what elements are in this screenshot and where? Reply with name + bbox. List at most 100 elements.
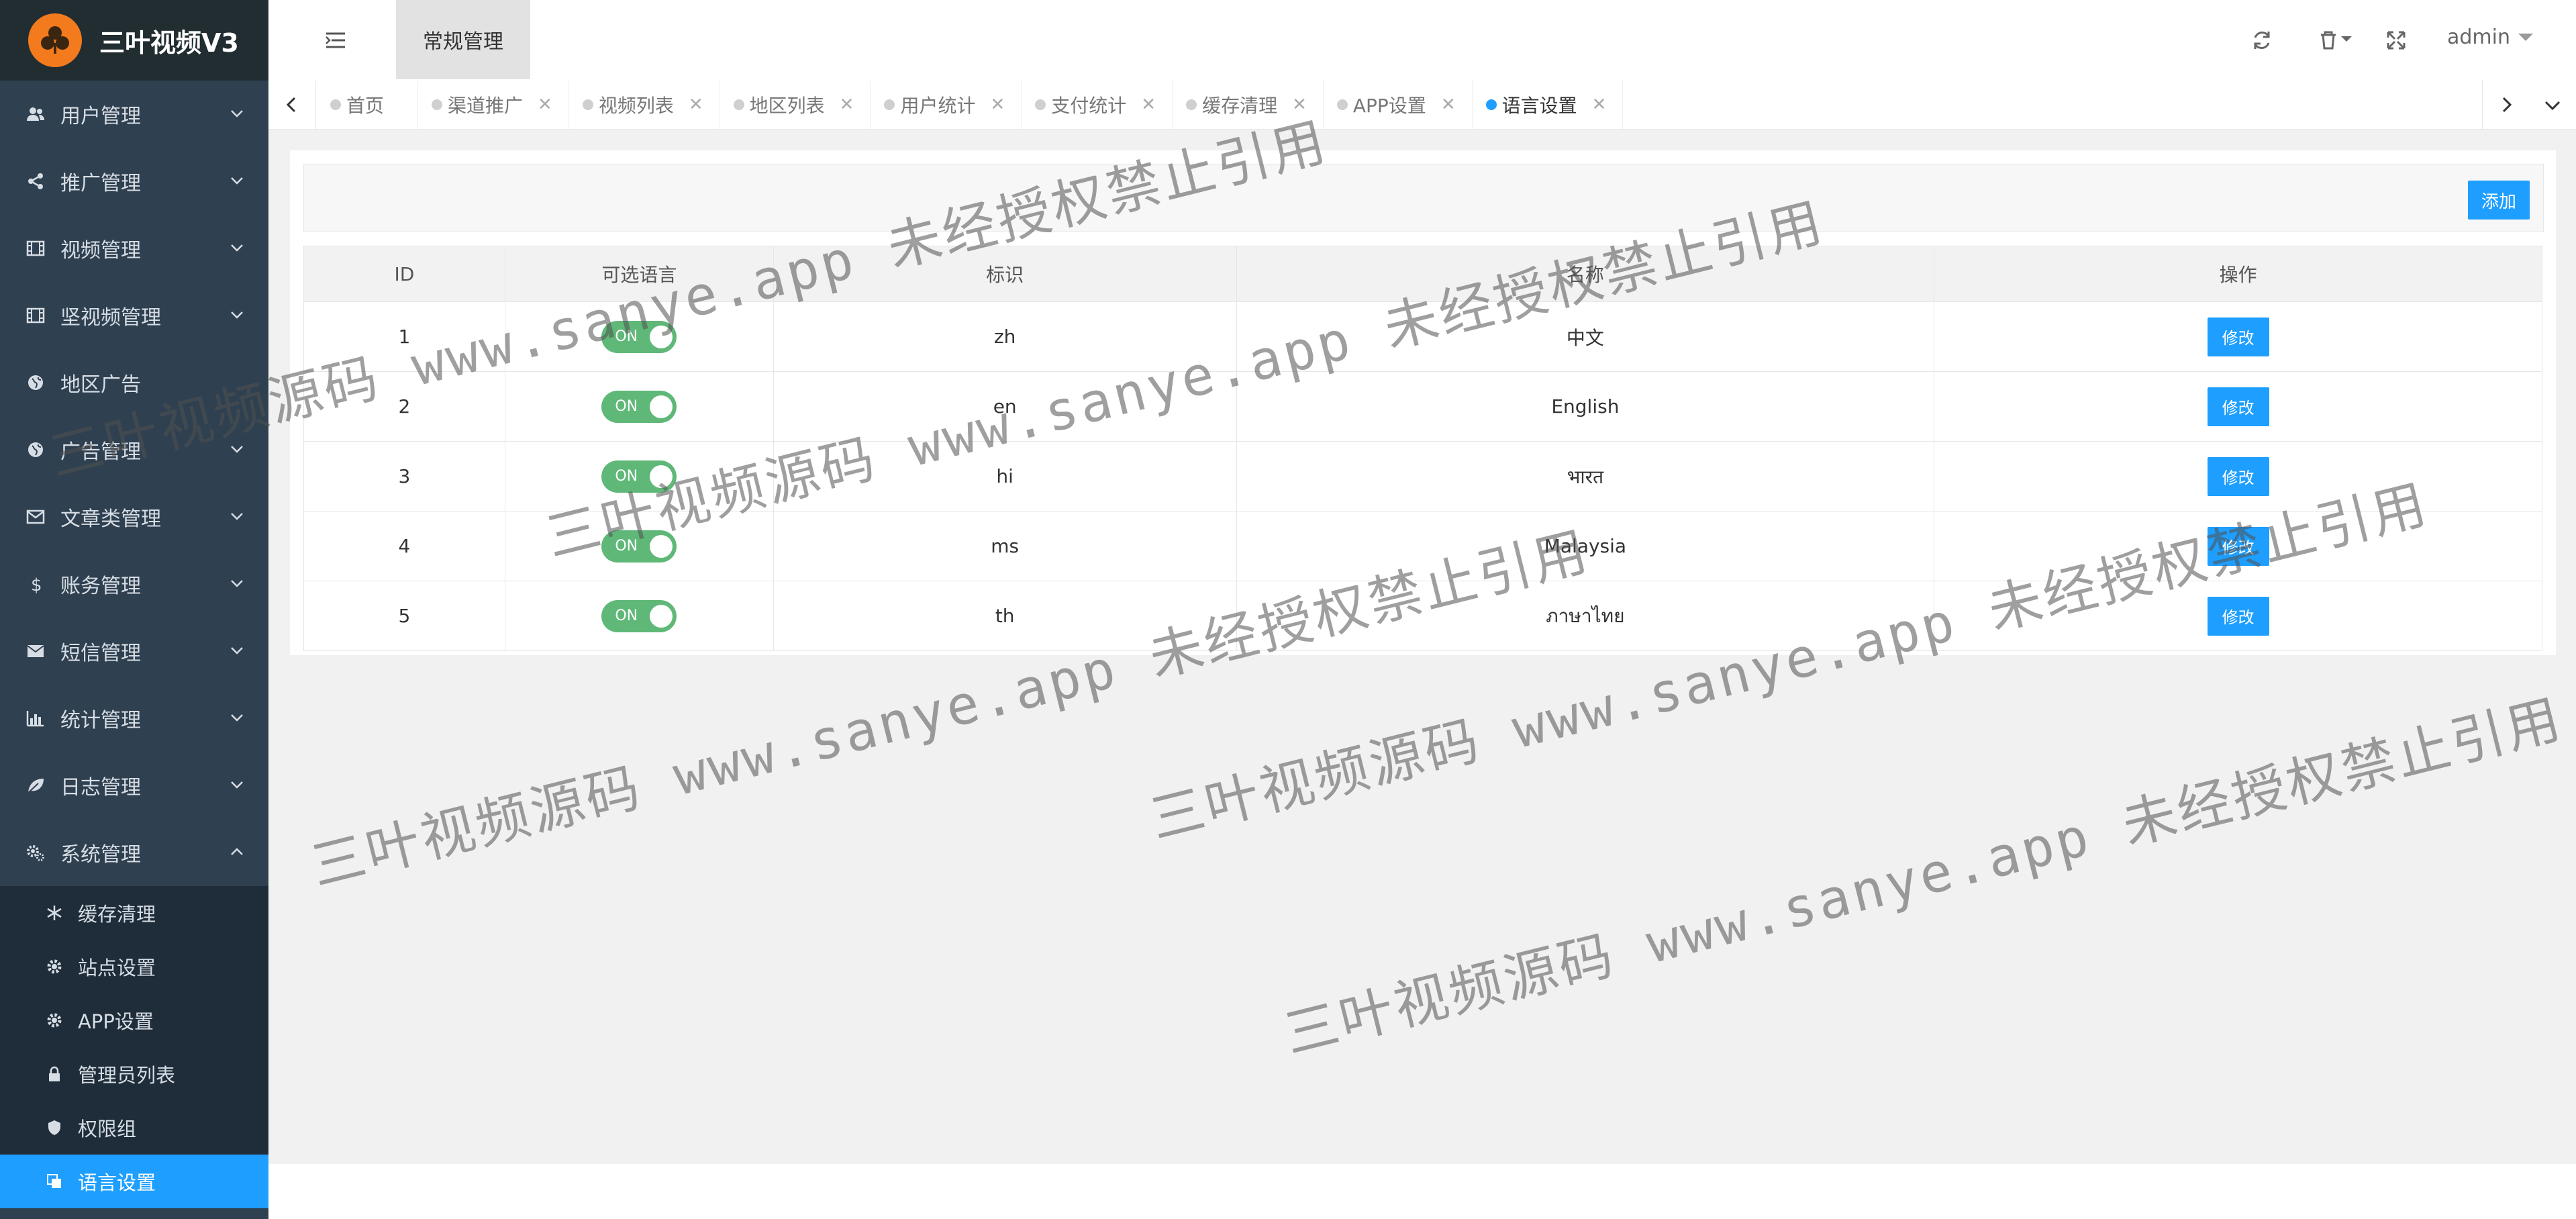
enable-toggle[interactable]: ON bbox=[601, 530, 677, 563]
toggle-knob bbox=[650, 465, 673, 488]
tab-app-settings[interactable]: APP设置 ✕ bbox=[1324, 81, 1473, 129]
edit-button[interactable]: 修改 bbox=[2207, 387, 2269, 426]
toggle-knob bbox=[650, 325, 673, 348]
sidebar-item-label: 文章类管理 bbox=[60, 507, 161, 531]
edit-button[interactable]: 修改 bbox=[2207, 317, 2269, 356]
table-header-row: ID 可选语言 标识 名称 操作 bbox=[303, 246, 2542, 302]
close-icon[interactable]: ✕ bbox=[1292, 95, 1307, 115]
column-header-name[interactable]: 名称 bbox=[1236, 246, 1935, 302]
sidebar-subitem-cache[interactable]: 缓存清理 bbox=[0, 886, 268, 940]
cell-code: zh bbox=[773, 301, 1237, 372]
sidebar-item-promotion[interactable]: 推广管理 bbox=[0, 148, 268, 215]
close-icon[interactable]: ✕ bbox=[1141, 95, 1156, 115]
tabs-scroll-left-button[interactable] bbox=[268, 81, 316, 129]
username: admin bbox=[2447, 26, 2510, 49]
cell-id: 3 bbox=[303, 441, 505, 511]
chevron-down-icon bbox=[231, 647, 243, 654]
column-header-id[interactable]: ID bbox=[303, 246, 505, 302]
close-icon[interactable]: ✕ bbox=[689, 95, 703, 115]
share-icon bbox=[26, 171, 46, 191]
tab-dot bbox=[582, 99, 593, 110]
sidebar-item-finance[interactable]: $ 账务管理 bbox=[0, 550, 268, 618]
sidebar-item-label: 短信管理 bbox=[60, 642, 141, 665]
sidebar-item-ads[interactable]: 广告管理 bbox=[0, 416, 268, 483]
tab-label: 视频列表 bbox=[598, 95, 674, 117]
tab-region-list[interactable]: 地区列表 ✕ bbox=[720, 81, 871, 129]
column-header-enabled[interactable]: 可选语言 bbox=[504, 246, 774, 302]
sidebar-item-sms[interactable]: 短信管理 bbox=[0, 618, 268, 685]
tab-video-list[interactable]: 视频列表 ✕ bbox=[569, 81, 720, 129]
edit-button[interactable]: 修改 bbox=[2207, 596, 2269, 636]
sidebar-item-label: 统计管理 bbox=[60, 709, 141, 732]
sidebar-subitem-site-settings[interactable]: 站点设置 bbox=[0, 940, 268, 993]
sidebar-item-label: 坚视频管理 bbox=[60, 306, 161, 330]
toggle-label: ON bbox=[615, 328, 638, 345]
menu-toggle-icon[interactable] bbox=[322, 27, 349, 54]
cell-name: Malaysia bbox=[1236, 511, 1935, 581]
enable-toggle[interactable]: ON bbox=[601, 460, 677, 493]
close-icon[interactable]: ✕ bbox=[538, 95, 552, 115]
cell-enabled: ON bbox=[504, 511, 774, 581]
enable-toggle[interactable]: ON bbox=[601, 320, 677, 353]
trash-dropdown-icon[interactable] bbox=[2316, 27, 2356, 54]
column-header-code[interactable]: 标识 bbox=[773, 246, 1237, 302]
sidebar-item-users[interactable]: 用户管理 bbox=[0, 81, 268, 148]
user-menu[interactable]: admin bbox=[2447, 26, 2536, 49]
edit-button[interactable]: 修改 bbox=[2207, 456, 2269, 496]
clover-logo-icon bbox=[28, 13, 82, 67]
sidebar-item-system[interactable]: 系统管理 bbox=[0, 819, 268, 886]
chevron-left-icon bbox=[286, 97, 296, 113]
sidebar-item-region-ads[interactable]: 地区广告 bbox=[0, 349, 268, 416]
footer-bar bbox=[268, 1164, 2576, 1219]
sidebar-item-label: 广告管理 bbox=[60, 440, 141, 464]
table-row: 4 ON ms Malaysia 修改 bbox=[303, 511, 2542, 581]
sidebar-item-statistics[interactable]: 统计管理 bbox=[0, 685, 268, 752]
tab-list: 首页 渠道推广 ✕ 视频列表 ✕ 地区列表 ✕ 用户统计 ✕ 支付统计 ✕ 缓存清理 ✕ A… bbox=[317, 81, 1624, 129]
cell-enabled: ON bbox=[504, 371, 774, 442]
tab-label: APP设置 bbox=[1352, 95, 1426, 117]
sidebar-item-logs[interactable]: 日志管理 bbox=[0, 752, 268, 819]
top-header: 常规管理 admin bbox=[268, 0, 2576, 81]
sidebar-item-videos[interactable]: 视频管理 bbox=[0, 215, 268, 282]
enable-toggle[interactable]: ON bbox=[601, 390, 677, 423]
header-tab[interactable]: 常规管理 bbox=[396, 0, 530, 79]
chevron-down-icon bbox=[231, 714, 243, 722]
fullscreen-icon[interactable] bbox=[2383, 27, 2410, 54]
sidebar-item-articles[interactable]: 文章类管理 bbox=[0, 483, 268, 550]
tab-label: 用户统计 bbox=[900, 95, 976, 117]
enable-toggle[interactable]: ON bbox=[601, 599, 677, 632]
sidebar-subitem-label: 权限组 bbox=[78, 1118, 137, 1140]
cell-code: hi bbox=[773, 441, 1237, 511]
edit-button[interactable]: 修改 bbox=[2207, 526, 2269, 566]
close-icon[interactable]: ✕ bbox=[840, 95, 854, 115]
tabs-dropdown-button[interactable] bbox=[2529, 81, 2576, 129]
chevron-right-icon bbox=[2502, 97, 2512, 113]
tab-channel-promotion[interactable]: 渠道推广 ✕ bbox=[418, 81, 569, 129]
tab-language-settings[interactable]: 语言设置 ✕ bbox=[1473, 81, 1624, 129]
cell-actions: 修改 bbox=[1934, 511, 2542, 581]
add-button[interactable]: 添加 bbox=[2468, 181, 2530, 220]
tab-home[interactable]: 首页 bbox=[317, 81, 419, 129]
tabs-scroll-right-button[interactable] bbox=[2482, 81, 2530, 129]
sidebar-subitem-language[interactable]: 语言设置 bbox=[0, 1155, 268, 1208]
sidebar-item-label: 日志管理 bbox=[60, 776, 141, 799]
gear-icon bbox=[46, 958, 63, 975]
shield-icon bbox=[46, 1119, 63, 1136]
logo[interactable]: 三叶视频V3 bbox=[0, 0, 268, 81]
sidebar-subitem-app-settings[interactable]: APP设置 bbox=[0, 993, 268, 1047]
tab-cache-clear[interactable]: 缓存清理 ✕ bbox=[1173, 81, 1324, 129]
toggle-knob bbox=[650, 395, 673, 418]
watermark-text: 三叶视频源码 www.sanye.app 未经授权禁止引用 bbox=[1278, 687, 2569, 1066]
cell-actions: 修改 bbox=[1934, 301, 2542, 372]
tab-user-statistics[interactable]: 用户统计 ✕ bbox=[871, 81, 1022, 129]
close-icon[interactable]: ✕ bbox=[990, 95, 1005, 115]
close-icon[interactable]: ✕ bbox=[1441, 95, 1456, 115]
sidebar-item-vertical-videos[interactable]: 坚视频管理 bbox=[0, 282, 268, 349]
sidebar-subitem-admins[interactable]: 管理员列表 bbox=[0, 1047, 268, 1101]
refresh-icon[interactable] bbox=[2248, 27, 2275, 54]
cell-enabled: ON bbox=[504, 441, 774, 511]
sidebar-subitem-permission-groups[interactable]: 权限组 bbox=[0, 1101, 268, 1155]
toggle-knob bbox=[650, 534, 673, 558]
close-icon[interactable]: ✕ bbox=[1592, 95, 1607, 115]
tab-payment-statistics[interactable]: 支付统计 ✕ bbox=[1022, 81, 1173, 129]
